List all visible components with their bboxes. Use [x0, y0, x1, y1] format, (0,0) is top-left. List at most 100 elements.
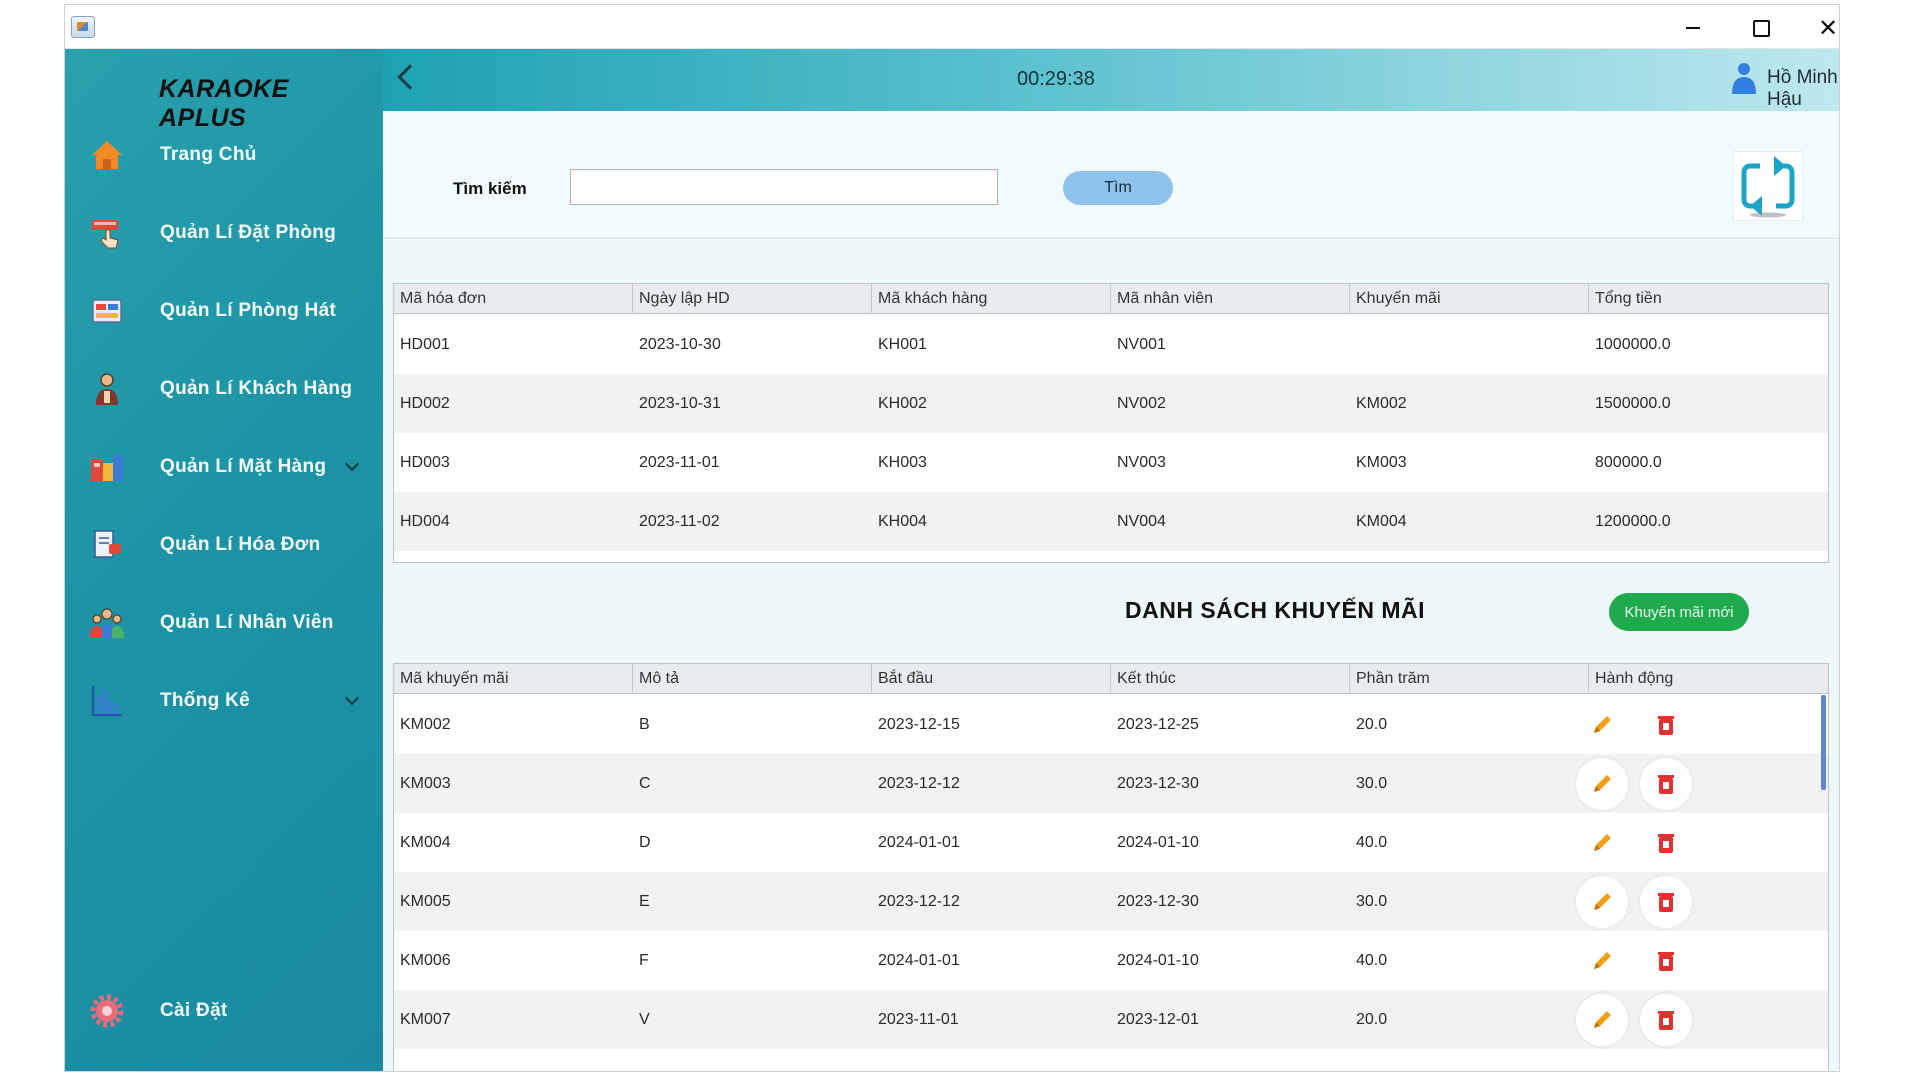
- invoice-table: Mã hóa đơn Ngày lập HD Mã khách hàng Mã …: [393, 283, 1829, 563]
- table-row[interactable]: KM004 D 2024-01-01 2024-01-10 40.0: [394, 813, 1828, 872]
- table-cell: 2023-11-01: [639, 454, 720, 471]
- sidebar-item-booking[interactable]: Quản Lí Đặt Phòng: [65, 203, 383, 263]
- column-header[interactable]: Mã hóa đơn: [394, 284, 633, 314]
- column-header[interactable]: Tổng tiền: [1589, 284, 1828, 314]
- close-button[interactable]: ✕: [1806, 13, 1839, 43]
- delete-button[interactable]: [1640, 758, 1692, 810]
- column-header[interactable]: Kết thúc: [1111, 664, 1350, 694]
- chevron-down-icon: [344, 456, 360, 472]
- edit-button[interactable]: [1576, 758, 1628, 810]
- table-cell: 2024-01-01: [878, 834, 960, 851]
- edit-button[interactable]: [1576, 994, 1628, 1046]
- table-cell: KM003: [1356, 454, 1407, 471]
- header-bar: 00:29:38 Hồ Minh Hậu: [383, 49, 1839, 111]
- table-row[interactable]: KM002 B 2023-12-15 2023-12-25 20.0: [394, 695, 1828, 754]
- sidebar-item-staff[interactable]: Quản Lí Nhân Viên: [65, 593, 383, 653]
- sidebar: KARAOKE APLUS Trang Chủ Quản Lí Đặt Phòn…: [65, 49, 383, 1071]
- sidebar-item-label: Quản Lí Nhân Viên: [160, 612, 334, 633]
- refresh-button[interactable]: [1733, 151, 1803, 221]
- chart-icon: [89, 683, 125, 719]
- new-promotion-button[interactable]: Khuyến mãi mới: [1609, 593, 1749, 631]
- sidebar-item-statistics[interactable]: Thống Kê: [65, 671, 383, 731]
- search-input[interactable]: [570, 169, 998, 205]
- column-header[interactable]: Mô tả: [633, 664, 872, 694]
- table-cell: KH003: [878, 454, 927, 471]
- column-header[interactable]: Bắt đầu: [872, 664, 1111, 694]
- sidebar-item-goods[interactable]: Quản Lí Mặt Hàng: [65, 437, 383, 497]
- column-header[interactable]: Mã khuyến mãi: [394, 664, 633, 694]
- table-row[interactable]: HD001 2023-10-30 KH001 NV001 1000000.0: [394, 315, 1828, 374]
- delete-button[interactable]: [1640, 876, 1692, 928]
- delete-button[interactable]: [1640, 817, 1692, 869]
- table-cell: D: [639, 834, 651, 851]
- table-row[interactable]: KM006 F 2024-01-01 2024-01-10 40.0: [394, 931, 1828, 990]
- delete-button[interactable]: [1640, 935, 1692, 987]
- table-cell: 2023-12-30: [1117, 775, 1199, 792]
- table-cell: 40.0: [1356, 952, 1388, 969]
- table-cell: E: [639, 893, 650, 910]
- minimize-button[interactable]: [1671, 13, 1715, 43]
- search-panel: Tìm kiếm Tìm: [383, 111, 1839, 239]
- table-cell: 30.0: [1356, 775, 1388, 792]
- edit-button[interactable]: [1576, 876, 1628, 928]
- sidebar-item-label: Quản Lí Mặt Hàng: [160, 456, 327, 477]
- refresh-icon: [1741, 156, 1795, 218]
- table-cell: B: [639, 716, 650, 733]
- table-row[interactable]: HD004 2023-11-02 KH004 NV004 KM004 12000…: [394, 492, 1828, 551]
- home-icon: [89, 137, 125, 173]
- sidebar-item-label: Thống Kê: [160, 690, 250, 711]
- table-cell: [1350, 315, 1356, 374]
- sidebar-item-invoices[interactable]: Quản Lí Hóa Đơn: [65, 515, 383, 575]
- table-cell: 30.0: [1356, 893, 1388, 910]
- table-header: Mã khuyến mãi Mô tả Bắt đầu Kết thúc Phầ…: [394, 664, 1828, 694]
- table-row[interactable]: KM007 V 2023-11-01 2023-12-01 20.0: [394, 990, 1828, 1049]
- app-window: ✕ KARAOKE APLUS Trang Chủ Quản Lí Đặt Ph…: [64, 4, 1840, 1072]
- table-cell: KH004: [878, 513, 927, 530]
- table-cell: NV002: [1117, 395, 1166, 412]
- table-header: Mã hóa đơn Ngày lập HD Mã khách hàng Mã …: [394, 284, 1828, 314]
- table-row[interactable]: KM003 C 2023-12-12 2023-12-30 30.0: [394, 754, 1828, 813]
- column-header[interactable]: Mã khách hàng: [872, 284, 1111, 314]
- table-cell: KM004: [1356, 513, 1407, 530]
- table-row[interactable]: HD003 2023-11-01 KH003 NV003 KM003 80000…: [394, 433, 1828, 492]
- search-button[interactable]: Tìm: [1063, 171, 1173, 205]
- edit-button[interactable]: [1576, 699, 1628, 751]
- table-row[interactable]: HD002 2023-10-31 KH002 NV002 KM002 15000…: [394, 374, 1828, 433]
- table-cell: 2024-01-01: [878, 952, 960, 969]
- delete-button[interactable]: [1640, 994, 1692, 1046]
- column-header[interactable]: Hành động: [1589, 664, 1828, 694]
- table-cell: 2023-10-30: [639, 336, 721, 353]
- staff-icon: [89, 605, 125, 641]
- table-cell: 2023-12-12: [878, 893, 960, 910]
- table-cell: KH001: [878, 336, 927, 353]
- search-label: Tìm kiếm: [453, 179, 527, 198]
- scrollbar-thumb[interactable]: [1821, 695, 1826, 790]
- table-cell: KM004: [400, 834, 451, 851]
- column-header[interactable]: Ngày lập HD: [633, 284, 872, 314]
- sidebar-item-home[interactable]: Trang Chủ: [65, 125, 383, 185]
- table-cell: 2023-12-25: [1117, 716, 1199, 733]
- pencil-icon: [1594, 952, 1611, 969]
- column-header[interactable]: Mã nhân viên: [1111, 284, 1350, 314]
- table-cell: 2024-01-10: [1117, 834, 1199, 851]
- table-cell: 2023-12-15: [878, 716, 960, 733]
- delete-button[interactable]: [1640, 699, 1692, 751]
- edit-button[interactable]: [1576, 935, 1628, 987]
- maximize-button[interactable]: [1739, 13, 1783, 43]
- user-name: Hồ Minh Hậu: [1767, 67, 1838, 110]
- edit-button[interactable]: [1576, 817, 1628, 869]
- back-chevron-icon[interactable]: [397, 64, 423, 90]
- sidebar-item-customers[interactable]: Quản Lí Khách Hàng: [65, 359, 383, 419]
- column-header[interactable]: Phần trăm: [1350, 664, 1589, 694]
- clock-display: 00:29:38: [1017, 68, 1095, 90]
- pencil-icon: [1594, 1011, 1611, 1028]
- trash-icon: [1658, 716, 1674, 735]
- trash-icon: [1658, 834, 1674, 853]
- java-app-icon: [71, 16, 95, 38]
- sidebar-item-rooms[interactable]: Quản Lí Phòng Hát: [65, 281, 383, 341]
- pencil-icon: [1594, 893, 1611, 910]
- table-cell: KM007: [400, 1011, 451, 1028]
- column-header[interactable]: Khuyến mãi: [1350, 284, 1589, 314]
- table-row[interactable]: KM005 E 2023-12-12 2023-12-30 30.0: [394, 872, 1828, 931]
- sidebar-item-settings[interactable]: Cài Đặt: [65, 981, 383, 1041]
